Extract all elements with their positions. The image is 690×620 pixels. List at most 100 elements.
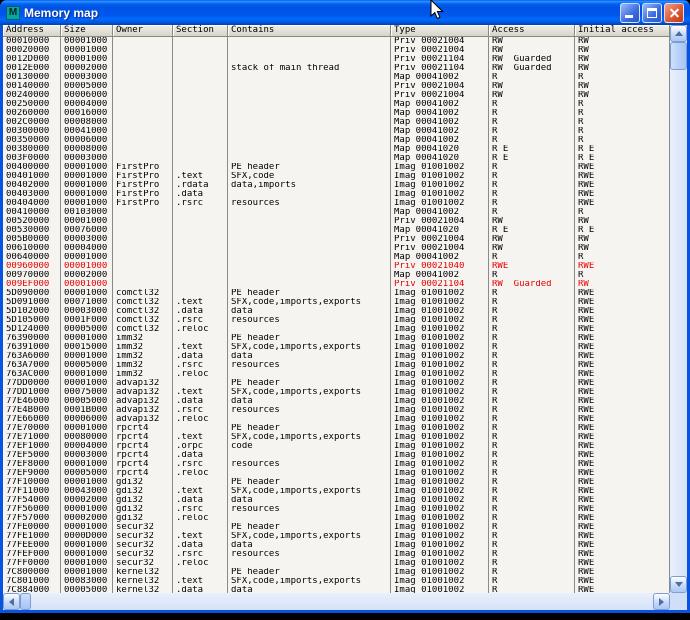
- titlebar[interactable]: M Memory map: [0, 0, 690, 25]
- scroll-right-button[interactable]: [653, 593, 670, 610]
- table-row[interactable]: 0035000000006000Map 00041002RR: [3, 136, 670, 145]
- table-row[interactable]: 0014000000005000Priv 00021004RWRW: [3, 82, 670, 91]
- table-row[interactable]: 77E6600000006000advapi32.relocImag 01001…: [3, 415, 670, 424]
- cell-size: 00005000: [61, 397, 113, 406]
- cell-type: Map 00041020: [391, 226, 489, 235]
- table-row[interactable]: 77F5700000002000gdi32.relocImag 01001002…: [3, 514, 670, 523]
- vertical-scrollbar[interactable]: [670, 25, 687, 593]
- minimize-button[interactable]: [620, 3, 640, 23]
- table-row[interactable]: 0013000000003000Map 00041002RR: [3, 73, 670, 82]
- horizontal-scrollbar[interactable]: [3, 593, 670, 610]
- cell-contains: [228, 244, 391, 253]
- cell-size: 00001000: [61, 199, 113, 208]
- table-row[interactable]: 77E4B0000001B000advapi32.rsrcresourcesIm…: [3, 406, 670, 415]
- table-row[interactable]: 0097000000002000Map 00041002RR: [3, 271, 670, 280]
- cell-address: 00140000: [3, 82, 61, 91]
- table-row[interactable]: 0024000000006000Priv 00021004RWRW: [3, 91, 670, 100]
- column-header-access[interactable]: Access: [489, 25, 575, 37]
- cell-type: Map 00041002: [391, 208, 489, 217]
- table-row[interactable]: 77FF000000001000secur32.relocImag 010010…: [3, 559, 670, 568]
- scroll-down-button[interactable]: [670, 576, 687, 593]
- table-row[interactable]: 0064000000001000Map 00041002RR: [3, 253, 670, 262]
- table-row[interactable]: 77DD100000075000advapi32.textSFX,code,im…: [3, 388, 670, 397]
- vertical-scroll-thumb[interactable]: [670, 42, 687, 70]
- cell-access: RW: [489, 82, 575, 91]
- table-row[interactable]: 77F5400000002000gdi32.datadataImag 01001…: [3, 496, 670, 505]
- table-row[interactable]: 7C88400000005000kernel32.datadataImag 01…: [3, 586, 670, 593]
- table-row[interactable]: 5D1050000001F000comctl32.rsrcresourcesIm…: [3, 316, 670, 325]
- table-row[interactable]: 0053000000076000Map 00041020R ER E: [3, 226, 670, 235]
- table-row[interactable]: 002C000000008000Map 00041002RR: [3, 118, 670, 127]
- table-row[interactable]: 5D12400000005000comctl32.relocImag 01001…: [3, 325, 670, 334]
- column-header-type[interactable]: Type: [391, 25, 489, 37]
- table-row[interactable]: 0025000000004000Map 00041002RR: [3, 100, 670, 109]
- column-header-owner[interactable]: Owner: [113, 25, 173, 37]
- cell-size: 00001000: [61, 190, 113, 199]
- horizontal-scroll-thumb[interactable]: [20, 593, 31, 610]
- scroll-left-button[interactable]: [3, 593, 20, 610]
- table-row[interactable]: 0040100000001000FirstPro.textSFX,codeIma…: [3, 172, 670, 181]
- column-header-initial[interactable]: Initial access: [575, 25, 670, 37]
- cell-access: R: [489, 388, 575, 397]
- table-row[interactable]: 0012E00000002000stack of main threadPriv…: [3, 64, 670, 73]
- cell-section: .reloc: [173, 514, 228, 523]
- table-row[interactable]: 0040200000001000FirstPro.rdatadata,impor…: [3, 181, 670, 190]
- table-row[interactable]: 0002000000001000Priv 00021004RWRW: [3, 46, 670, 55]
- table-row[interactable]: 77EF100000004000rpcrt4.orpccodeImag 0100…: [3, 442, 670, 451]
- cell-owner: FirstPro: [113, 199, 173, 208]
- table-row[interactable]: 77FEE00000001000secur32.datadataImag 010…: [3, 541, 670, 550]
- close-button[interactable]: [664, 3, 684, 23]
- table-row[interactable]: 7639100000015000imm32.textSFX,code,impor…: [3, 343, 670, 352]
- cell-type: Imag 01001002: [391, 163, 489, 172]
- table-row[interactable]: 5D09100000071000comctl32.textSFX,code,im…: [3, 298, 670, 307]
- table-row[interactable]: 0061000000004000Priv 00021004RWRW: [3, 244, 670, 253]
- table-row[interactable]: 7C80000000001000kernel32PE headerImag 01…: [3, 568, 670, 577]
- cell-initial: RWE: [575, 487, 670, 496]
- table-row[interactable]: 0040300000001000FirstPro.dataImag 010010…: [3, 190, 670, 199]
- cell-initial: RWE: [575, 397, 670, 406]
- maximize-button[interactable]: [642, 3, 662, 23]
- table-row[interactable]: 0001000000001000Priv 00021004RWRW: [3, 37, 670, 46]
- scroll-up-button[interactable]: [670, 25, 687, 42]
- table-row[interactable]: 0096000000001000Priv 00021040RWERWE: [3, 262, 670, 271]
- cell-access: R: [489, 136, 575, 145]
- column-header-address[interactable]: Address: [3, 25, 61, 37]
- table-row[interactable]: 0026000000016000Map 00041002RR: [3, 109, 670, 118]
- table-row[interactable]: 763A600000001000imm32.datadataImag 01001…: [3, 352, 670, 361]
- column-header-contains[interactable]: Contains: [228, 25, 391, 37]
- table-row[interactable]: 77DD000000001000advapi32PE headerImag 01…: [3, 379, 670, 388]
- table-row[interactable]: 77F1000000001000gdi32PE headerImag 01001…: [3, 478, 670, 487]
- table-row[interactable]: 0040400000001000FirstPro.rsrcresourcesIm…: [3, 199, 670, 208]
- table-row[interactable]: 77EF500000003000rpcrt4.dataImag 01001002…: [3, 451, 670, 460]
- table-row[interactable]: 77FE10000000D000secur32.textSFX,code,imp…: [3, 532, 670, 541]
- table-row[interactable]: 0041000000103000Map 00041002RR: [3, 208, 670, 217]
- table-row[interactable]: 77F1100000043000gdi32.textSFX,code,impor…: [3, 487, 670, 496]
- table-row[interactable]: 77FE000000001000secur32PE headerImag 010…: [3, 523, 670, 532]
- table-row[interactable]: 009EF00000001000Priv 00021104RW GuardedR…: [3, 280, 670, 289]
- table-row[interactable]: 5D10200000003000comctl32.datadataImag 01…: [3, 307, 670, 316]
- table-row[interactable]: 005B000000003000Priv 00021004RWRW: [3, 235, 670, 244]
- table-row[interactable]: 7639000000001000imm32PE headerImag 01001…: [3, 334, 670, 343]
- table-row[interactable]: 77EF800000001000rpcrt4.rsrcresourcesImag…: [3, 460, 670, 469]
- table-row[interactable]: 7C80100000083000kernel32.textSFX,code,im…: [3, 577, 670, 586]
- table-row[interactable]: 77F5600000001000gdi32.rsrcresourcesImag …: [3, 505, 670, 514]
- table-row[interactable]: 77FEF00000001000secur32.rsrcresourcesIma…: [3, 550, 670, 559]
- table-row[interactable]: 003F000000003000Map 00041020R ER E: [3, 154, 670, 163]
- table-row[interactable]: 77E4600000005000advapi32.datadataImag 01…: [3, 397, 670, 406]
- table-row[interactable]: 77E7000000001000rpcrt4PE headerImag 0100…: [3, 424, 670, 433]
- table-row[interactable]: 0012D00000001000Priv 00021104RW GuardedR…: [3, 55, 670, 64]
- table-row[interactable]: 0030000000041000Map 00041002RR: [3, 127, 670, 136]
- table-row[interactable]: 77EF900000005000rpcrt4.relocImag 0100100…: [3, 469, 670, 478]
- table-row[interactable]: 5D09000000001000comctl32PE headerImag 01…: [3, 289, 670, 298]
- cell-type: Imag 01001002: [391, 388, 489, 397]
- table-row[interactable]: 0038000000008000Map 00041020R ER E: [3, 145, 670, 154]
- column-header-size[interactable]: Size: [61, 25, 113, 37]
- cell-contains: [228, 325, 391, 334]
- cell-size: 00080000: [61, 433, 113, 442]
- table-row[interactable]: 0040000000001000FirstProPE headerImag 01…: [3, 163, 670, 172]
- table-row[interactable]: 0052000000001000Priv 00021004RWRW: [3, 217, 670, 226]
- table-row[interactable]: 77E7100000080000rpcrt4.textSFX,code,impo…: [3, 433, 670, 442]
- table-row[interactable]: 763A700000005000imm32.rsrcresourcesImag …: [3, 361, 670, 370]
- table-row[interactable]: 763AC00000001000imm32.relocImag 01001002…: [3, 370, 670, 379]
- column-header-section[interactable]: Section: [173, 25, 228, 37]
